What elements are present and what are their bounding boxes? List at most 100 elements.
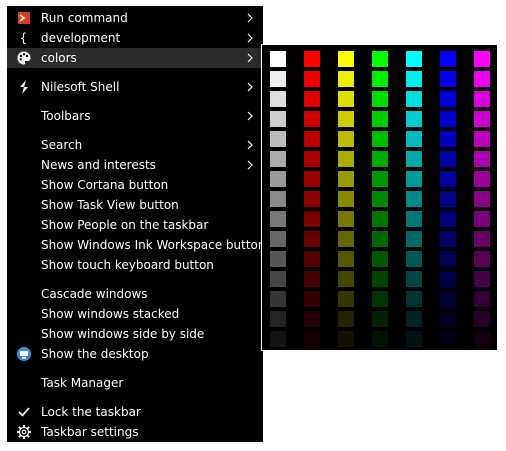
color-swatch[interactable]	[304, 71, 320, 87]
color-swatch[interactable]	[406, 251, 422, 267]
color-swatch[interactable]	[372, 231, 388, 247]
color-swatch[interactable]	[304, 211, 320, 227]
color-swatch[interactable]	[304, 271, 320, 287]
menu-item-colors[interactable]: colors	[7, 48, 263, 68]
color-swatch[interactable]	[338, 171, 354, 187]
color-swatch[interactable]	[474, 291, 490, 307]
color-swatch[interactable]	[304, 151, 320, 167]
color-swatch[interactable]	[440, 211, 456, 227]
color-swatch[interactable]	[270, 91, 286, 107]
color-swatch[interactable]	[372, 271, 388, 287]
color-swatch[interactable]	[372, 331, 388, 347]
menu-item-task-manager[interactable]: Task Manager	[7, 373, 263, 393]
color-swatch[interactable]	[406, 191, 422, 207]
color-swatch[interactable]	[372, 71, 388, 87]
menu-item-run-command[interactable]: Run command	[7, 8, 263, 28]
color-swatch[interactable]	[304, 291, 320, 307]
color-swatch[interactable]	[474, 171, 490, 187]
color-swatch[interactable]	[338, 71, 354, 87]
color-swatch[interactable]	[304, 131, 320, 147]
color-swatch[interactable]	[406, 291, 422, 307]
color-swatch[interactable]	[474, 211, 490, 227]
color-swatch[interactable]	[372, 211, 388, 227]
color-swatch[interactable]	[270, 331, 286, 347]
menu-item-search[interactable]: Search	[7, 135, 263, 155]
color-swatch[interactable]	[304, 331, 320, 347]
color-swatch[interactable]	[304, 91, 320, 107]
color-swatch[interactable]	[406, 51, 422, 67]
color-swatch[interactable]	[338, 131, 354, 147]
color-swatch[interactable]	[304, 191, 320, 207]
color-swatch[interactable]	[474, 71, 490, 87]
color-swatch[interactable]	[474, 91, 490, 107]
color-swatch[interactable]	[372, 311, 388, 327]
color-swatch[interactable]	[474, 111, 490, 127]
color-swatch[interactable]	[406, 271, 422, 287]
color-swatch[interactable]	[474, 191, 490, 207]
color-swatch[interactable]	[406, 111, 422, 127]
color-swatch[interactable]	[304, 251, 320, 267]
color-swatch[interactable]	[372, 191, 388, 207]
menu-item-windows-side-by-side[interactable]: Show windows side by side	[7, 324, 263, 344]
color-swatch[interactable]	[406, 231, 422, 247]
color-swatch[interactable]	[372, 251, 388, 267]
color-swatch[interactable]	[406, 211, 422, 227]
menu-item-show-cortana-button[interactable]: Show Cortana button	[7, 175, 263, 195]
menu-item-news-and-interests[interactable]: News and interests	[7, 155, 263, 175]
color-swatch[interactable]	[304, 311, 320, 327]
color-swatch[interactable]	[406, 151, 422, 167]
color-swatch[interactable]	[338, 151, 354, 167]
color-swatch[interactable]	[440, 171, 456, 187]
menu-item-nilesoft-shell[interactable]: Nilesoft Shell	[7, 77, 263, 97]
color-swatch[interactable]	[270, 171, 286, 187]
color-swatch[interactable]	[440, 131, 456, 147]
color-swatch[interactable]	[338, 191, 354, 207]
color-swatch[interactable]	[440, 71, 456, 87]
color-swatch[interactable]	[338, 271, 354, 287]
color-swatch[interactable]	[474, 231, 490, 247]
color-swatch[interactable]	[270, 251, 286, 267]
color-swatch[interactable]	[338, 91, 354, 107]
color-swatch[interactable]	[440, 291, 456, 307]
color-swatch[interactable]	[406, 71, 422, 87]
color-swatch[interactable]	[474, 151, 490, 167]
color-swatch[interactable]	[338, 111, 354, 127]
menu-item-taskbar-settings[interactable]: Taskbar settings	[7, 422, 263, 442]
color-swatch[interactable]	[440, 111, 456, 127]
menu-item-show-windows-ink[interactable]: Show Windows Ink Workspace button	[7, 235, 265, 255]
menu-item-toolbars[interactable]: Toolbars	[7, 106, 263, 126]
color-swatch[interactable]	[372, 51, 388, 67]
color-swatch[interactable]	[474, 251, 490, 267]
color-swatch[interactable]	[440, 231, 456, 247]
color-swatch[interactable]	[440, 191, 456, 207]
color-swatch[interactable]	[304, 111, 320, 127]
color-swatch[interactable]	[474, 271, 490, 287]
color-swatch[interactable]	[406, 311, 422, 327]
menu-item-cascade-windows[interactable]: Cascade windows	[7, 284, 263, 304]
color-swatch[interactable]	[304, 51, 320, 67]
color-swatch[interactable]	[270, 311, 286, 327]
color-swatch[interactable]	[474, 131, 490, 147]
color-swatch[interactable]	[338, 251, 354, 267]
color-swatch[interactable]	[338, 231, 354, 247]
color-swatch[interactable]	[270, 131, 286, 147]
color-swatch[interactable]	[338, 311, 354, 327]
menu-item-development[interactable]: { } development	[7, 28, 263, 65]
color-swatch[interactable]	[372, 171, 388, 187]
color-swatch[interactable]	[474, 51, 490, 67]
color-swatch[interactable]	[372, 111, 388, 127]
menu-item-show-task-view-button[interactable]: Show Task View button	[7, 195, 263, 215]
color-swatch[interactable]	[440, 331, 456, 347]
color-swatch[interactable]	[440, 251, 456, 267]
color-swatch[interactable]	[406, 171, 422, 187]
color-swatch[interactable]	[270, 231, 286, 247]
color-swatch[interactable]	[270, 111, 286, 127]
color-swatch[interactable]	[304, 171, 320, 187]
color-swatch[interactable]	[372, 91, 388, 107]
menu-item-show-desktop[interactable]: Show the desktop	[7, 344, 263, 364]
color-swatch[interactable]	[270, 191, 286, 207]
color-swatch[interactable]	[270, 51, 286, 67]
menu-item-lock-taskbar[interactable]: Lock the taskbar	[7, 402, 263, 422]
color-swatch[interactable]	[338, 211, 354, 227]
color-swatch[interactable]	[406, 131, 422, 147]
